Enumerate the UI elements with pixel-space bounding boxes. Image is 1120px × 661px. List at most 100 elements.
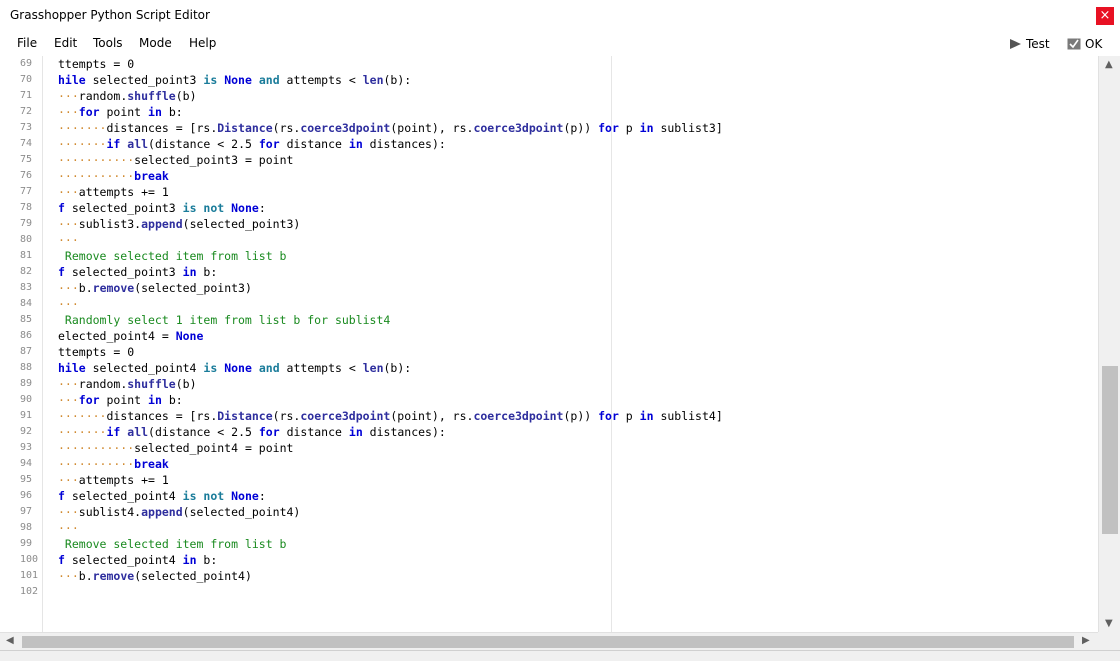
code-token: ······· bbox=[58, 409, 107, 423]
code-token: (selected_point3) bbox=[134, 281, 252, 295]
line-number: 85 bbox=[20, 314, 33, 325]
code-token: len bbox=[362, 361, 384, 375]
vertical-scroll-thumb[interactable] bbox=[1102, 366, 1118, 534]
code-line[interactable]: hile selected_point4 is None and attempt… bbox=[58, 361, 411, 375]
code-token: distances = [rs. bbox=[106, 121, 218, 135]
vertical-scrollbar[interactable]: ▲ ▼ bbox=[1098, 56, 1120, 632]
ok-button[interactable]: OK bbox=[1067, 35, 1102, 53]
code-line[interactable]: ···sublist3.append(selected_point3) bbox=[58, 217, 300, 231]
code-token: 0 bbox=[127, 345, 135, 359]
code-line[interactable]: f selected_point4 is not None: bbox=[58, 489, 266, 503]
code-token: ··· bbox=[58, 281, 79, 295]
test-button[interactable]: Test bbox=[1009, 35, 1050, 53]
code-line[interactable]: ··· bbox=[58, 521, 79, 535]
code-line[interactable]: ··· bbox=[58, 297, 79, 311]
code-token: 0 bbox=[127, 57, 135, 71]
code-line[interactable]: ···········break bbox=[58, 457, 169, 471]
code-token: Distance bbox=[217, 409, 273, 423]
code-editor[interactable]: 69 70 71 72 73 74 75 76 77 78 79 80 81 82 83 84 85 86 87 88… bbox=[0, 56, 1098, 632]
code-line[interactable]: ···random.shuffle(b) bbox=[58, 377, 197, 391]
code-line[interactable]: ·······distances = [rs.Distance(rs.coerc… bbox=[58, 121, 723, 135]
code-token: for bbox=[598, 409, 619, 423]
menu-edit[interactable]: Edit bbox=[54, 36, 77, 50]
code-token: None bbox=[231, 201, 259, 215]
code-line[interactable]: ···b.remove(selected_point4) bbox=[58, 569, 252, 583]
code-token: and bbox=[258, 361, 280, 375]
code-token: in bbox=[639, 409, 654, 423]
code-line[interactable]: f selected_point3 is not None: bbox=[58, 201, 266, 215]
code-line[interactable]: ttempts = 0 bbox=[58, 57, 134, 71]
code-token: Randomly select 1 item from list b for s… bbox=[58, 313, 391, 327]
code-line[interactable]: ···for point in b: bbox=[58, 105, 183, 119]
code-line[interactable]: Remove selected item from list b bbox=[58, 537, 287, 551]
code-token: b: bbox=[161, 105, 183, 119]
code-line[interactable]: elected_point4 = None bbox=[58, 329, 203, 343]
code-token: selected_point3 bbox=[64, 201, 183, 215]
check-icon bbox=[1067, 38, 1081, 50]
line-number: 69 bbox=[20, 58, 33, 69]
code-token: if bbox=[106, 425, 121, 439]
code-line[interactable]: ·······if all(distance < 2.5 for distanc… bbox=[58, 425, 446, 439]
code-line[interactable]: ···attempts += 1 bbox=[58, 185, 169, 199]
code-token: hile bbox=[58, 361, 86, 375]
code-token: attempts < bbox=[279, 361, 363, 375]
line-number: 72 bbox=[20, 106, 33, 117]
code-line[interactable]: hile selected_point3 is None and attempt… bbox=[58, 73, 411, 87]
code-line[interactable]: ···for point in b: bbox=[58, 393, 183, 407]
code-line[interactable]: ttempts = 0 bbox=[58, 345, 134, 359]
scroll-up-icon[interactable]: ▲ bbox=[1105, 59, 1113, 70]
code-line[interactable]: ···········selected_point3 = point bbox=[58, 153, 293, 167]
code-line[interactable]: ···········selected_point4 = point bbox=[58, 441, 293, 455]
code-line[interactable]: Randomly select 1 item from list b for s… bbox=[58, 313, 390, 327]
code-token: coerce3dpoint bbox=[300, 409, 391, 423]
line-number: 80 bbox=[20, 234, 33, 245]
code-token: b. bbox=[78, 569, 93, 583]
code-line[interactable]: ·······if all(distance < 2.5 for distanc… bbox=[58, 137, 446, 151]
code-line[interactable]: ···sublist4.append(selected_point4) bbox=[58, 505, 300, 519]
line-number: 100 bbox=[20, 554, 39, 565]
code-token: shuffle bbox=[127, 377, 176, 391]
code-token: remove bbox=[92, 569, 135, 583]
code-token: ··········· bbox=[58, 169, 135, 183]
code-line[interactable]: f selected_point3 in b: bbox=[58, 265, 217, 279]
code-token: in bbox=[182, 265, 197, 279]
menu-mode[interactable]: Mode bbox=[139, 36, 172, 50]
code-token: all bbox=[127, 425, 149, 439]
code-token: ··· bbox=[58, 105, 79, 119]
line-number: 87 bbox=[20, 346, 33, 357]
scroll-down-icon[interactable]: ▼ bbox=[1105, 618, 1113, 629]
menu-tools[interactable]: Tools bbox=[93, 36, 123, 50]
code-line[interactable]: ···attempts += 1 bbox=[58, 473, 169, 487]
horizontal-scroll-thumb[interactable] bbox=[22, 636, 1074, 648]
code-token: is bbox=[203, 73, 218, 87]
menu-file[interactable]: File bbox=[17, 36, 37, 50]
code-token: is not bbox=[182, 489, 225, 503]
ok-button-label: OK bbox=[1085, 37, 1103, 51]
horizontal-scrollbar[interactable]: ◀ ▶ bbox=[0, 632, 1098, 651]
code-token: p bbox=[618, 409, 640, 423]
code-line[interactable]: ··· bbox=[58, 233, 79, 247]
code-token: ··· bbox=[58, 217, 79, 231]
menu-help[interactable]: Help bbox=[189, 36, 216, 50]
line-number: 102 bbox=[20, 586, 39, 597]
code-line[interactable]: ···········break bbox=[58, 169, 169, 183]
code-line[interactable]: ···random.shuffle(b) bbox=[58, 89, 197, 103]
code-line[interactable]: ·······distances = [rs.Distance(rs.coerc… bbox=[58, 409, 723, 423]
line-number: 77 bbox=[20, 186, 33, 197]
code-token: b: bbox=[196, 265, 218, 279]
code-token: sublist3. bbox=[78, 217, 142, 231]
code-token: selected_point4 = point bbox=[134, 441, 294, 455]
scroll-left-icon[interactable]: ◀ bbox=[6, 635, 14, 646]
code-token: point bbox=[99, 105, 149, 119]
code-token: distance bbox=[279, 425, 349, 439]
status-strip bbox=[0, 650, 1120, 661]
close-button[interactable]: × bbox=[1096, 7, 1114, 25]
code-line[interactable]: ···b.remove(selected_point3) bbox=[58, 281, 252, 295]
code-line[interactable]: f selected_point4 in b: bbox=[58, 553, 217, 567]
code-token: (b): bbox=[383, 73, 412, 87]
code-line[interactable]: Remove selected item from list b bbox=[58, 249, 287, 263]
code-token: (point), rs. bbox=[390, 121, 474, 135]
code-token: hile bbox=[58, 73, 86, 87]
code-token: (point), rs. bbox=[390, 409, 474, 423]
scroll-right-icon[interactable]: ▶ bbox=[1082, 635, 1090, 646]
